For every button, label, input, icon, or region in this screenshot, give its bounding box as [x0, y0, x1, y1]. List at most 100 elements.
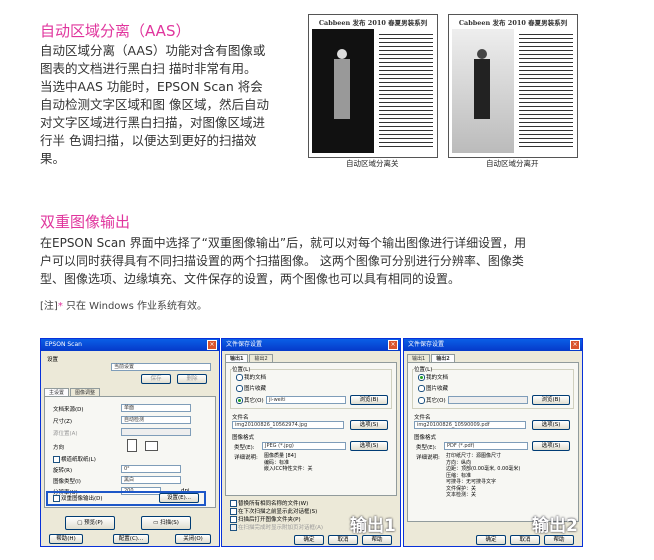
- sample-page-title: Cabbeen 发布 2010 春夏男装系列: [318, 19, 428, 27]
- radio-my-documents[interactable]: [236, 374, 243, 381]
- radio-my-documents[interactable]: [418, 374, 425, 381]
- close-button[interactable]: 关闭(O): [175, 534, 211, 544]
- window-title: 文件保存设置: [226, 341, 263, 348]
- landscape-checkbox[interactable]: [53, 456, 60, 463]
- document-source-select[interactable]: 单面: [121, 404, 191, 412]
- dual-paragraph: 在EPSON Scan 界面中选择了“双重图像输出”后，就可以对每个输出图像进行…: [40, 234, 650, 288]
- radio-other[interactable]: [418, 397, 425, 404]
- close-icon[interactable]: ×: [570, 340, 580, 350]
- row-label: 源位置(A): [53, 431, 78, 437]
- row-label: 方向: [53, 445, 65, 451]
- save-button[interactable]: 保存: [141, 374, 171, 384]
- filename-input[interactable]: img20100826_10562974.jpg: [232, 421, 344, 429]
- filename-options-button[interactable]: 选项(S): [532, 420, 570, 430]
- scan-label: 扫描(S): [160, 520, 179, 526]
- radio-other[interactable]: [236, 397, 243, 404]
- type-label: 类型(E):: [234, 445, 255, 451]
- format-label: 图像格式: [232, 435, 255, 441]
- cancel-button[interactable]: 取消: [510, 535, 540, 545]
- other-path-input[interactable]: [448, 396, 528, 404]
- output-panel: 位置(L) 我的文档 图片收藏 其它(O) 浏览(B) 文件名 img20100…: [407, 362, 579, 522]
- cancel-button[interactable]: 取消: [328, 535, 358, 545]
- sample-photo: [312, 29, 374, 153]
- rotation-select[interactable]: 0°: [121, 465, 181, 473]
- radio-my-pictures-label: 图片收藏: [426, 386, 449, 392]
- sample-photo: [452, 29, 514, 153]
- type-select[interactable]: PDF (*.pdf): [444, 442, 528, 450]
- browse-button[interactable]: 浏览(B): [532, 395, 570, 405]
- type-label: 类型(E):: [416, 445, 437, 451]
- preview-button[interactable]: ▢ 预览(P): [65, 516, 115, 530]
- close-icon[interactable]: ×: [207, 340, 217, 350]
- title-bar: 文件保存设置 ×: [404, 339, 582, 351]
- orientation-icon[interactable]: [127, 439, 137, 452]
- format-options-button[interactable]: 选项(S): [532, 441, 570, 451]
- replace-files-checkbox[interactable]: [230, 500, 237, 507]
- size-select[interactable]: 自动检测: [121, 416, 191, 424]
- aas-line: 自动检测文字区域和图 像区域，然后自动: [40, 97, 269, 112]
- row-label: 图像类型(I): [53, 479, 81, 485]
- add-page-checkbox[interactable]: [230, 524, 237, 531]
- window-title: EPSON Scan: [45, 341, 82, 348]
- dual-output-checkbox[interactable]: [53, 495, 60, 502]
- filename-options-button[interactable]: 选项(S): [350, 420, 388, 430]
- other-path-input[interactable]: ji-weiti: [266, 396, 346, 404]
- format-label: 图像格式: [414, 435, 437, 441]
- window-title: 文件保存设置: [408, 341, 445, 348]
- close-icon[interactable]: ×: [388, 340, 398, 350]
- show-dialog-checkbox[interactable]: [230, 508, 237, 515]
- model-figure: [474, 49, 490, 119]
- sample-page-aas-off: Cabbeen 发布 2010 春夏男装系列: [308, 14, 438, 158]
- settings-label: 设置: [47, 357, 59, 363]
- dual-output-label: 双重图像输出(D): [61, 496, 103, 502]
- ok-button[interactable]: 确定: [476, 535, 506, 545]
- model-figure: [334, 49, 350, 119]
- browse-button[interactable]: 浏览(B): [350, 395, 388, 405]
- row-label: 旋转(R): [53, 468, 73, 474]
- dual-line: 在EPSON Scan 界面中选择了“双重图像输出”后，就可以对每个输出图像进行…: [40, 236, 527, 250]
- ok-button[interactable]: 确定: [294, 535, 324, 545]
- radio-other-label: 其它(O): [426, 398, 446, 404]
- radio-other-label: 其它(O): [244, 398, 264, 404]
- aas-line: 行半 色调扫描，以便达到更好的扫描效: [40, 133, 257, 148]
- aas-line: 对文字区域进行黑白扫描，对图像区域进: [40, 115, 266, 130]
- output1-label: 输出1: [350, 516, 396, 536]
- file-save-settings-output1: 文件保存设置 × 输出1 输出2 位置(L) 我的文档 图片收藏 其它(O) j…: [221, 338, 401, 547]
- image-type-select[interactable]: 黑白: [121, 476, 181, 484]
- filename-input[interactable]: img20100826_10590009.pdf: [414, 421, 526, 429]
- dual-settings-button[interactable]: 设置(E)...: [159, 493, 199, 503]
- sample-page-title: Cabbeen 发布 2010 春夏男装系列: [458, 19, 568, 27]
- type-select[interactable]: JPEG (*.jpg): [262, 442, 346, 450]
- location-label: 位置(L): [232, 365, 251, 373]
- open-folder-label: 扫描后打开图像文件夹(P): [238, 517, 301, 523]
- radio-my-pictures[interactable]: [418, 385, 425, 392]
- title-bar: EPSON Scan ×: [41, 339, 219, 351]
- help-button[interactable]: 帮助(H): [49, 534, 83, 544]
- aas-line: 果。: [40, 151, 66, 166]
- source-position-select[interactable]: [121, 428, 191, 436]
- configuration-button[interactable]: 配置(C)...: [113, 534, 149, 544]
- radio-my-pictures-label: 图片收藏: [244, 386, 267, 392]
- caption-aas-on: 自动区域分离开: [486, 159, 539, 168]
- format-options-button[interactable]: 选项(S): [350, 441, 388, 451]
- radio-my-documents-label: 我的文档: [426, 375, 449, 381]
- aas-line: 当选中AAS 功能时，EPSON Scan 将会: [40, 79, 263, 94]
- show-dialog-label: 在下次扫描之前显示此对话框(S): [238, 509, 318, 515]
- help-button[interactable]: 帮助: [362, 535, 392, 545]
- landscape-label: 横道纸取纸(L): [61, 457, 96, 463]
- output-panel: 位置(L) 我的文档 图片收藏 其它(O) ji-weiti 浏览(B) 文件名…: [225, 362, 397, 496]
- sample-text-column: [379, 31, 433, 149]
- settings-select[interactable]: 当前设置: [111, 363, 211, 371]
- epson-scan-window: EPSON Scan × 设置 当前设置 保存 删除 主设置 图像调整 文档来源…: [40, 338, 220, 547]
- location-label: 位置(L): [414, 365, 433, 373]
- filename-label: 文件名: [414, 415, 431, 421]
- title-bar: 文件保存设置 ×: [222, 339, 400, 351]
- orientation-icon[interactable]: [145, 441, 158, 451]
- help-button[interactable]: 帮助: [544, 535, 574, 545]
- scan-button[interactable]: ▭ 扫描(S): [141, 516, 191, 530]
- open-folder-checkbox[interactable]: [230, 516, 237, 523]
- radio-my-pictures[interactable]: [236, 385, 243, 392]
- delete-button[interactable]: 删除: [177, 374, 207, 384]
- file-save-settings-output2: 文件保存设置 × 输出1 输出2 位置(L) 我的文档 图片收藏 其它(O) 浏…: [403, 338, 583, 547]
- note-text: 只在 Windows 作业系统有效。: [62, 301, 207, 312]
